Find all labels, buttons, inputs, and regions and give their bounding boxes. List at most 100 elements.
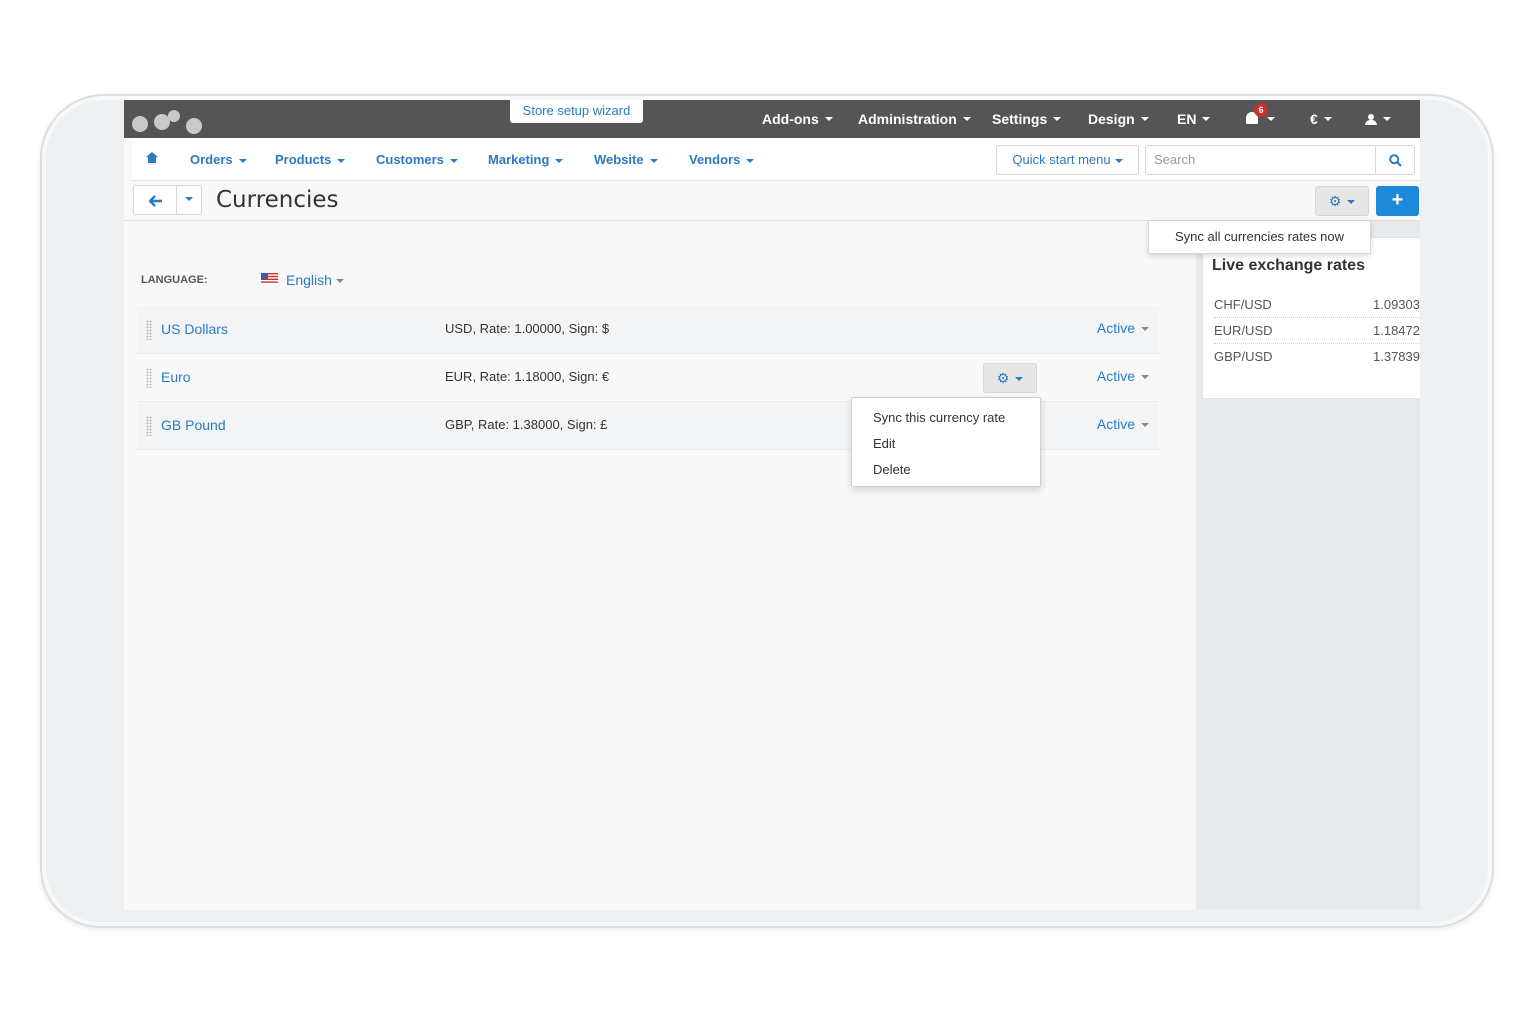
chevron-down-icon — [1202, 117, 1211, 121]
plus-icon: + — [1391, 189, 1404, 211]
notifications-button[interactable]: 6 — [1246, 100, 1275, 138]
quick-start-menu-button[interactable]: Quick start menu — [996, 145, 1139, 175]
topnav-settings[interactable]: Settings — [992, 100, 1062, 138]
rate-row: EUR/USD 1.18472 — [1214, 318, 1420, 344]
chevron-down-icon — [1141, 375, 1149, 380]
search-button[interactable] — [1375, 145, 1415, 175]
us-flag-icon — [261, 273, 278, 284]
chevron-down-icon — [962, 117, 971, 121]
status-label: Active — [1096, 320, 1135, 336]
topnav-label: Administration — [858, 111, 957, 127]
topnav-administration[interactable]: Administration — [858, 100, 971, 138]
chevron-down-icon — [1015, 377, 1024, 382]
app-screen: Store setup wizard Add-ons Administratio… — [124, 100, 1420, 910]
nav-label: Website — [594, 152, 644, 167]
store-setup-wizard-button[interactable]: Store setup wizard — [510, 100, 643, 123]
gear-icon: ⚙ — [996, 370, 1010, 386]
arrow-left-icon — [149, 195, 162, 207]
menu-item-sync-rate[interactable]: Sync this currency rate — [852, 406, 1040, 432]
drag-handle-icon[interactable] — [146, 368, 152, 388]
topnav-label: Design — [1088, 111, 1135, 127]
status-dropdown[interactable]: Active — [1097, 368, 1149, 384]
chevron-down-icon — [449, 158, 458, 163]
chevron-down-icon — [337, 158, 346, 163]
currency-info: USD, Rate: 1.00000, Sign: $ — [445, 321, 610, 336]
sidebar-title: Live exchange rates — [1212, 257, 1365, 274]
nav-website[interactable]: Website — [594, 152, 658, 167]
page-settings-button[interactable]: ⚙ — [1315, 186, 1369, 216]
chevron-down-icon — [1114, 158, 1123, 163]
topnav-label: EN — [1177, 111, 1197, 127]
chevron-down-icon — [1141, 327, 1149, 332]
user-menu[interactable] — [1365, 100, 1391, 138]
chevron-down-icon — [746, 158, 755, 163]
sync-all-rates-option[interactable]: Sync all currencies rates now — [1148, 220, 1371, 254]
logo[interactable] — [132, 110, 210, 136]
rate-pair: CHF/USD — [1214, 297, 1272, 312]
nav-customers[interactable]: Customers — [376, 152, 458, 167]
currency-name-link[interactable]: US Dollars — [161, 321, 228, 337]
home-icon[interactable] — [146, 152, 158, 163]
topnav-label: Add-ons — [762, 111, 819, 127]
currency-label: € — [1310, 111, 1318, 127]
status-label: Active — [1096, 368, 1135, 384]
add-currency-button[interactable]: + — [1376, 186, 1419, 216]
chevron-down-icon — [1267, 117, 1275, 121]
nav-label: Vendors — [689, 152, 741, 167]
row-actions-menu: Sync this currency rate Edit Delete — [851, 397, 1041, 487]
nav-marketing[interactable]: Marketing — [488, 152, 564, 167]
nav-orders[interactable]: Orders — [190, 152, 247, 167]
chevron-down-icon — [335, 279, 344, 284]
search-input[interactable]: Search — [1145, 145, 1376, 175]
chevron-down-icon — [238, 158, 247, 163]
chevron-down-icon — [1140, 117, 1149, 121]
history-dropdown-button[interactable] — [176, 185, 202, 215]
currency-switcher[interactable]: € — [1310, 100, 1332, 138]
page-title: Currencies — [216, 187, 339, 213]
rate-row: GBP/USD 1.37839 — [1214, 344, 1420, 370]
topnav-design[interactable]: Design — [1088, 100, 1149, 138]
search-icon — [1389, 154, 1402, 167]
status-label: Active — [1096, 416, 1135, 432]
chevron-down-icon — [1141, 423, 1149, 428]
drag-handle-icon[interactable] — [146, 416, 152, 436]
rate-value: 1.09303 — [1373, 297, 1420, 312]
quick-start-label: Quick start menu — [1012, 152, 1111, 167]
chevron-down-icon — [649, 158, 658, 163]
back-button[interactable] — [133, 185, 177, 215]
gear-icon: ⚙ — [1328, 193, 1342, 209]
chevron-down-icon — [824, 117, 833, 121]
rate-pair: EUR/USD — [1214, 323, 1273, 338]
page-header: Currencies ⚙ + — [124, 181, 1420, 221]
chevron-down-icon — [185, 196, 193, 201]
topnav-label: Settings — [992, 111, 1048, 127]
rate-row: CHF/USD 1.09303 — [1214, 292, 1420, 318]
nav-products[interactable]: Products — [275, 152, 346, 167]
language-value: English — [286, 272, 332, 288]
menu-item-edit[interactable]: Edit — [852, 432, 1040, 458]
rate-pair: GBP/USD — [1214, 349, 1273, 364]
status-dropdown[interactable]: Active — [1097, 416, 1149, 432]
live-rates-sidebar: Live exchange rates CHF/USD 1.09303 EUR/… — [1202, 237, 1420, 399]
currency-info: EUR, Rate: 1.18000, Sign: € — [445, 369, 610, 384]
status-dropdown[interactable]: Active — [1097, 320, 1149, 336]
topnav-language[interactable]: EN — [1177, 100, 1211, 138]
chevron-down-icon — [1323, 117, 1332, 121]
currency-info: GBP, Rate: 1.38000, Sign: £ — [445, 417, 608, 432]
drag-handle-icon[interactable] — [146, 320, 152, 340]
currency-name-link[interactable]: Euro — [161, 369, 191, 385]
rate-value: 1.18472 — [1373, 323, 1420, 338]
user-icon — [1365, 113, 1377, 125]
notification-badge: 6 — [1254, 103, 1268, 117]
nav-label: Products — [275, 152, 332, 167]
table-row: US Dollars USD, Rate: 1.00000, Sign: $ A… — [137, 306, 1159, 354]
nav-label: Orders — [190, 152, 233, 167]
nav-label: Marketing — [488, 152, 550, 167]
menu-item-delete[interactable]: Delete — [852, 458, 1040, 484]
currency-name-link[interactable]: GB Pound — [161, 417, 226, 433]
topnav-addons[interactable]: Add-ons — [762, 100, 833, 138]
language-selector[interactable]: English — [286, 272, 344, 288]
row-actions-button[interactable]: ⚙ — [983, 363, 1037, 393]
nav-vendors[interactable]: Vendors — [689, 152, 755, 167]
chevron-down-icon — [555, 158, 564, 163]
